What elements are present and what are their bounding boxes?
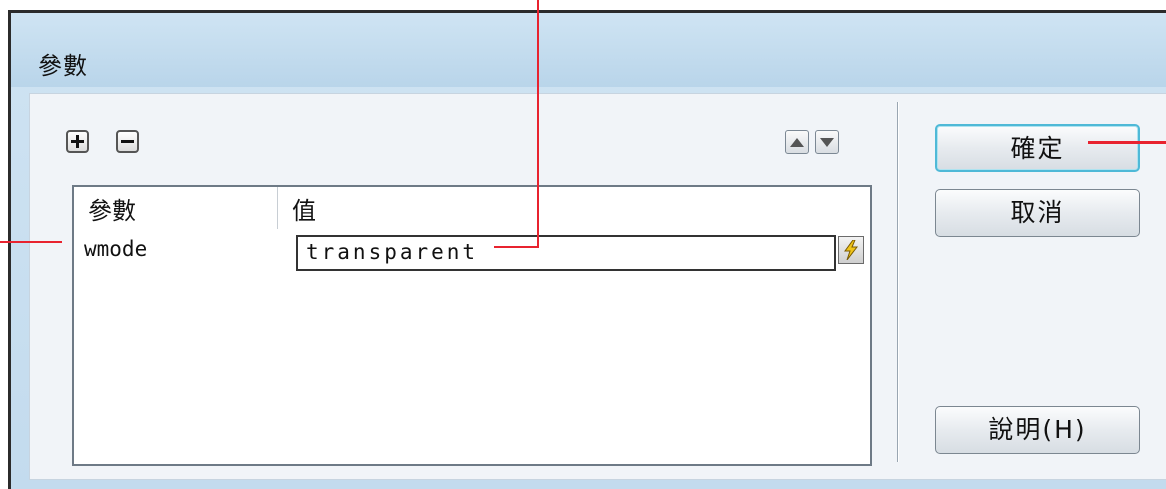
annotation-line-ok [1088, 141, 1166, 144]
plus-icon [71, 135, 84, 148]
add-parameter-button[interactable] [66, 130, 89, 153]
vertical-separator [897, 102, 898, 462]
table-row[interactable]: wmode transparent [74, 231, 870, 271]
table-header: 參數 值 [74, 187, 870, 229]
dynamic-data-button[interactable] [838, 236, 864, 264]
cancel-button[interactable]: 取消 [935, 189, 1140, 237]
annotation-line-value-horizontal [494, 246, 539, 248]
triangle-up-icon [790, 137, 804, 147]
column-header-parameter[interactable]: 參數 [88, 191, 136, 226]
help-button[interactable]: 說明(H) [935, 406, 1140, 454]
move-up-button[interactable] [785, 130, 809, 154]
column-header-value[interactable]: 值 [292, 191, 316, 226]
minus-icon [121, 140, 134, 143]
parameters-dialog: 參數 參數 值 wmode transparent 確定 取消 說明(H) [8, 10, 1166, 489]
annotation-line-parameter [0, 241, 62, 243]
lightning-bolt-icon [844, 240, 859, 260]
parameters-table: 參數 值 wmode transparent [72, 185, 872, 466]
remove-parameter-button[interactable] [116, 130, 139, 153]
dialog-content: 參數 值 wmode transparent 確定 取消 說明(H) [29, 93, 1166, 480]
triangle-down-icon [820, 137, 834, 147]
parameter-value-input[interactable]: transparent [296, 235, 836, 271]
ok-button[interactable]: 確定 [935, 124, 1140, 172]
column-divider[interactable] [277, 187, 278, 229]
dialog-title-bar: 參數 [11, 13, 1166, 87]
dialog-title: 參數 [38, 52, 88, 80]
annotation-line-value-vertical [537, 0, 539, 248]
move-down-button[interactable] [815, 130, 839, 154]
parameter-name-cell[interactable]: wmode [84, 237, 147, 261]
